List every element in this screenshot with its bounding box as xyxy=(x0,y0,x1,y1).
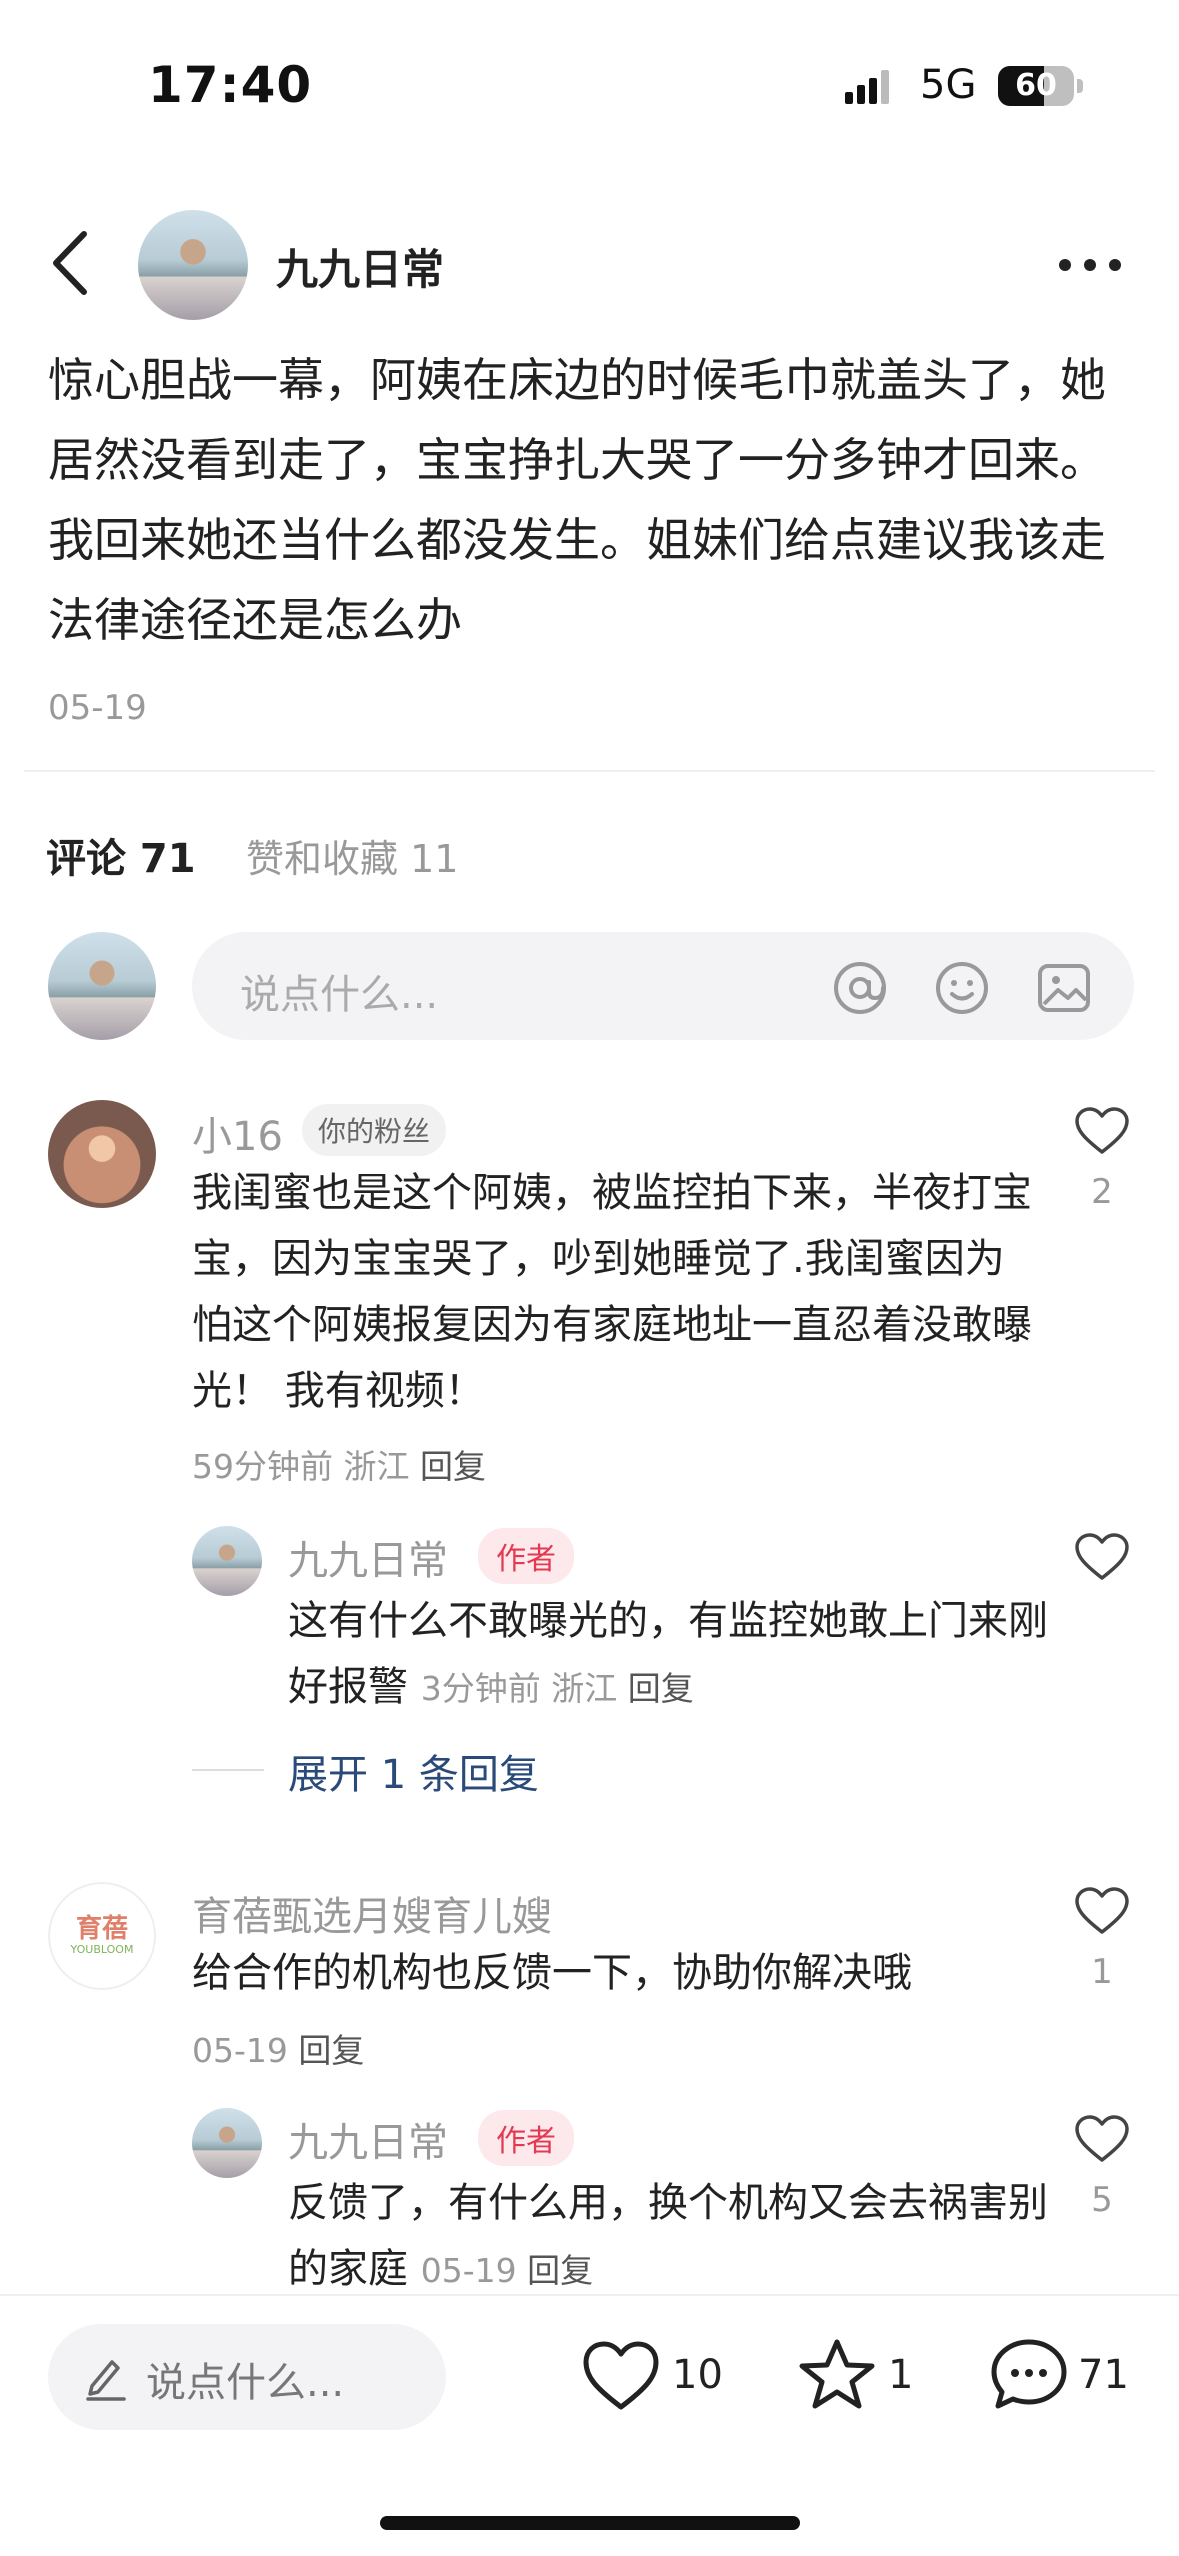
comment-time: 59分钟前 xyxy=(192,1447,333,1486)
comment-location: 浙江 xyxy=(343,1447,410,1486)
comment-meta: 05-19 回复 xyxy=(192,2024,364,2072)
battery-nub xyxy=(1077,79,1083,93)
battery-level: 60 xyxy=(1015,68,1057,103)
heart-icon[interactable] xyxy=(1074,2114,1130,2164)
expand-divider-line xyxy=(192,1769,264,1771)
reply-time: 05-19 xyxy=(420,2251,517,2290)
reply-button[interactable]: 回复 xyxy=(628,1669,694,1708)
post-body: 惊心胆战一幕，阿姨在床边的时候毛巾就盖头了，她居然没看到走了，宝宝挣扎大哭了一分… xyxy=(48,353,1106,647)
comment-text: 我闺蜜也是这个阿姨，被监控拍下来，半夜打宝宝，因为宝宝哭了，吵到她睡觉了.我闺蜜… xyxy=(192,1170,1032,1414)
reply-button[interactable]: 回复 xyxy=(298,2031,364,2070)
post-date: 05-19 xyxy=(48,688,147,728)
comment-text: 给合作的机构也反馈一下，协助你解决哦 xyxy=(192,1950,912,1996)
reply-text: 这有什么不敢曝光的，有监控她敢上门来刚好报警 3分钟前 浙江 回复 xyxy=(288,1588,1048,1722)
fan-badge: 你的粉丝 xyxy=(302,1104,447,1156)
reply-text: 反馈了，有什么用，换个机构又会去祸害别的家庭 05-19 回复 xyxy=(288,2170,1048,2304)
bottom-divider xyxy=(0,2294,1179,2296)
like-count: 5 xyxy=(1091,2180,1113,2220)
more-options-icon[interactable] xyxy=(1058,258,1122,272)
cellular-signal-icon xyxy=(845,70,889,104)
commenter-name[interactable]: 育蓓甄选月嫂育儿嫂 xyxy=(192,1884,552,1942)
heart-icon[interactable] xyxy=(1074,1886,1130,1936)
favorite-count: 1 xyxy=(888,2352,914,2398)
like-count-total: 10 xyxy=(672,2352,723,2398)
home-indicator xyxy=(380,2516,800,2530)
like-count: 1 xyxy=(1091,1952,1113,1992)
reply-meta: 05-19 回复 xyxy=(421,2251,593,2290)
heart-icon[interactable] xyxy=(1074,1106,1130,1156)
author-name[interactable]: 九九日常 xyxy=(276,236,444,297)
reply-avatar[interactable] xyxy=(192,2108,262,2178)
commenter-avatar[interactable] xyxy=(48,1100,156,1208)
reply-avatar[interactable] xyxy=(192,1526,262,1596)
status-time: 17:40 xyxy=(148,56,313,114)
author-badge: 作者 xyxy=(478,1528,574,1584)
reply-meta: 3分钟前 浙江 回复 xyxy=(421,1669,694,1708)
divider xyxy=(24,770,1155,772)
reply-button[interactable]: 回复 xyxy=(527,2251,593,2290)
commenter-name[interactable]: 小16 xyxy=(192,1104,283,1162)
author-avatar[interactable] xyxy=(138,210,248,320)
emoji-icon[interactable] xyxy=(934,960,990,1016)
reply-name[interactable]: 九九日常 xyxy=(288,2110,448,2168)
reply-time: 3分钟前 xyxy=(420,1669,541,1708)
expand-replies-button[interactable]: 展开 1 条回复 xyxy=(288,1742,539,1800)
reply-text-content: 反馈了，有什么用，换个机构又会去祸害别的家庭 xyxy=(288,2180,1048,2292)
comment-meta: 59分钟前 浙江 回复 xyxy=(192,1440,486,1488)
image-icon[interactable] xyxy=(1036,960,1092,1016)
bottom-input-placeholder: 说点什么... xyxy=(146,2360,345,2406)
org-logo-subtext: YOUBLOOM xyxy=(70,1943,134,1956)
mention-icon[interactable] xyxy=(832,960,888,1016)
reply-button[interactable]: 回复 xyxy=(420,1447,486,1486)
reply-name[interactable]: 九九日常 xyxy=(288,1528,448,1586)
favorite-star-icon[interactable] xyxy=(798,2338,876,2410)
battery-icon: 60 xyxy=(998,66,1074,106)
comment-input-placeholder: 说点什么... xyxy=(240,972,439,1018)
author-badge: 作者 xyxy=(478,2110,574,2166)
tab-comments[interactable]: 评论 71 xyxy=(46,826,196,884)
network-type: 5G xyxy=(920,62,977,108)
my-avatar xyxy=(48,932,156,1040)
org-logo-text: 育蓓 xyxy=(75,1914,128,1944)
pencil-icon xyxy=(86,2360,126,2401)
org-avatar[interactable]: 育蓓 YOUBLOOM xyxy=(48,1882,156,1990)
like-count: 2 xyxy=(1091,1172,1113,1212)
heart-icon[interactable] xyxy=(1074,1532,1130,1582)
comment-time: 05-19 xyxy=(192,2031,288,2070)
comment-count: 71 xyxy=(1078,2352,1129,2398)
back-arrow-icon[interactable] xyxy=(48,228,94,298)
comment-bubble-icon[interactable] xyxy=(990,2338,1068,2410)
like-heart-icon[interactable] xyxy=(582,2340,660,2412)
tab-likes-favorites[interactable]: 赞和收藏 11 xyxy=(246,828,458,883)
reply-location: 浙江 xyxy=(551,1669,618,1708)
